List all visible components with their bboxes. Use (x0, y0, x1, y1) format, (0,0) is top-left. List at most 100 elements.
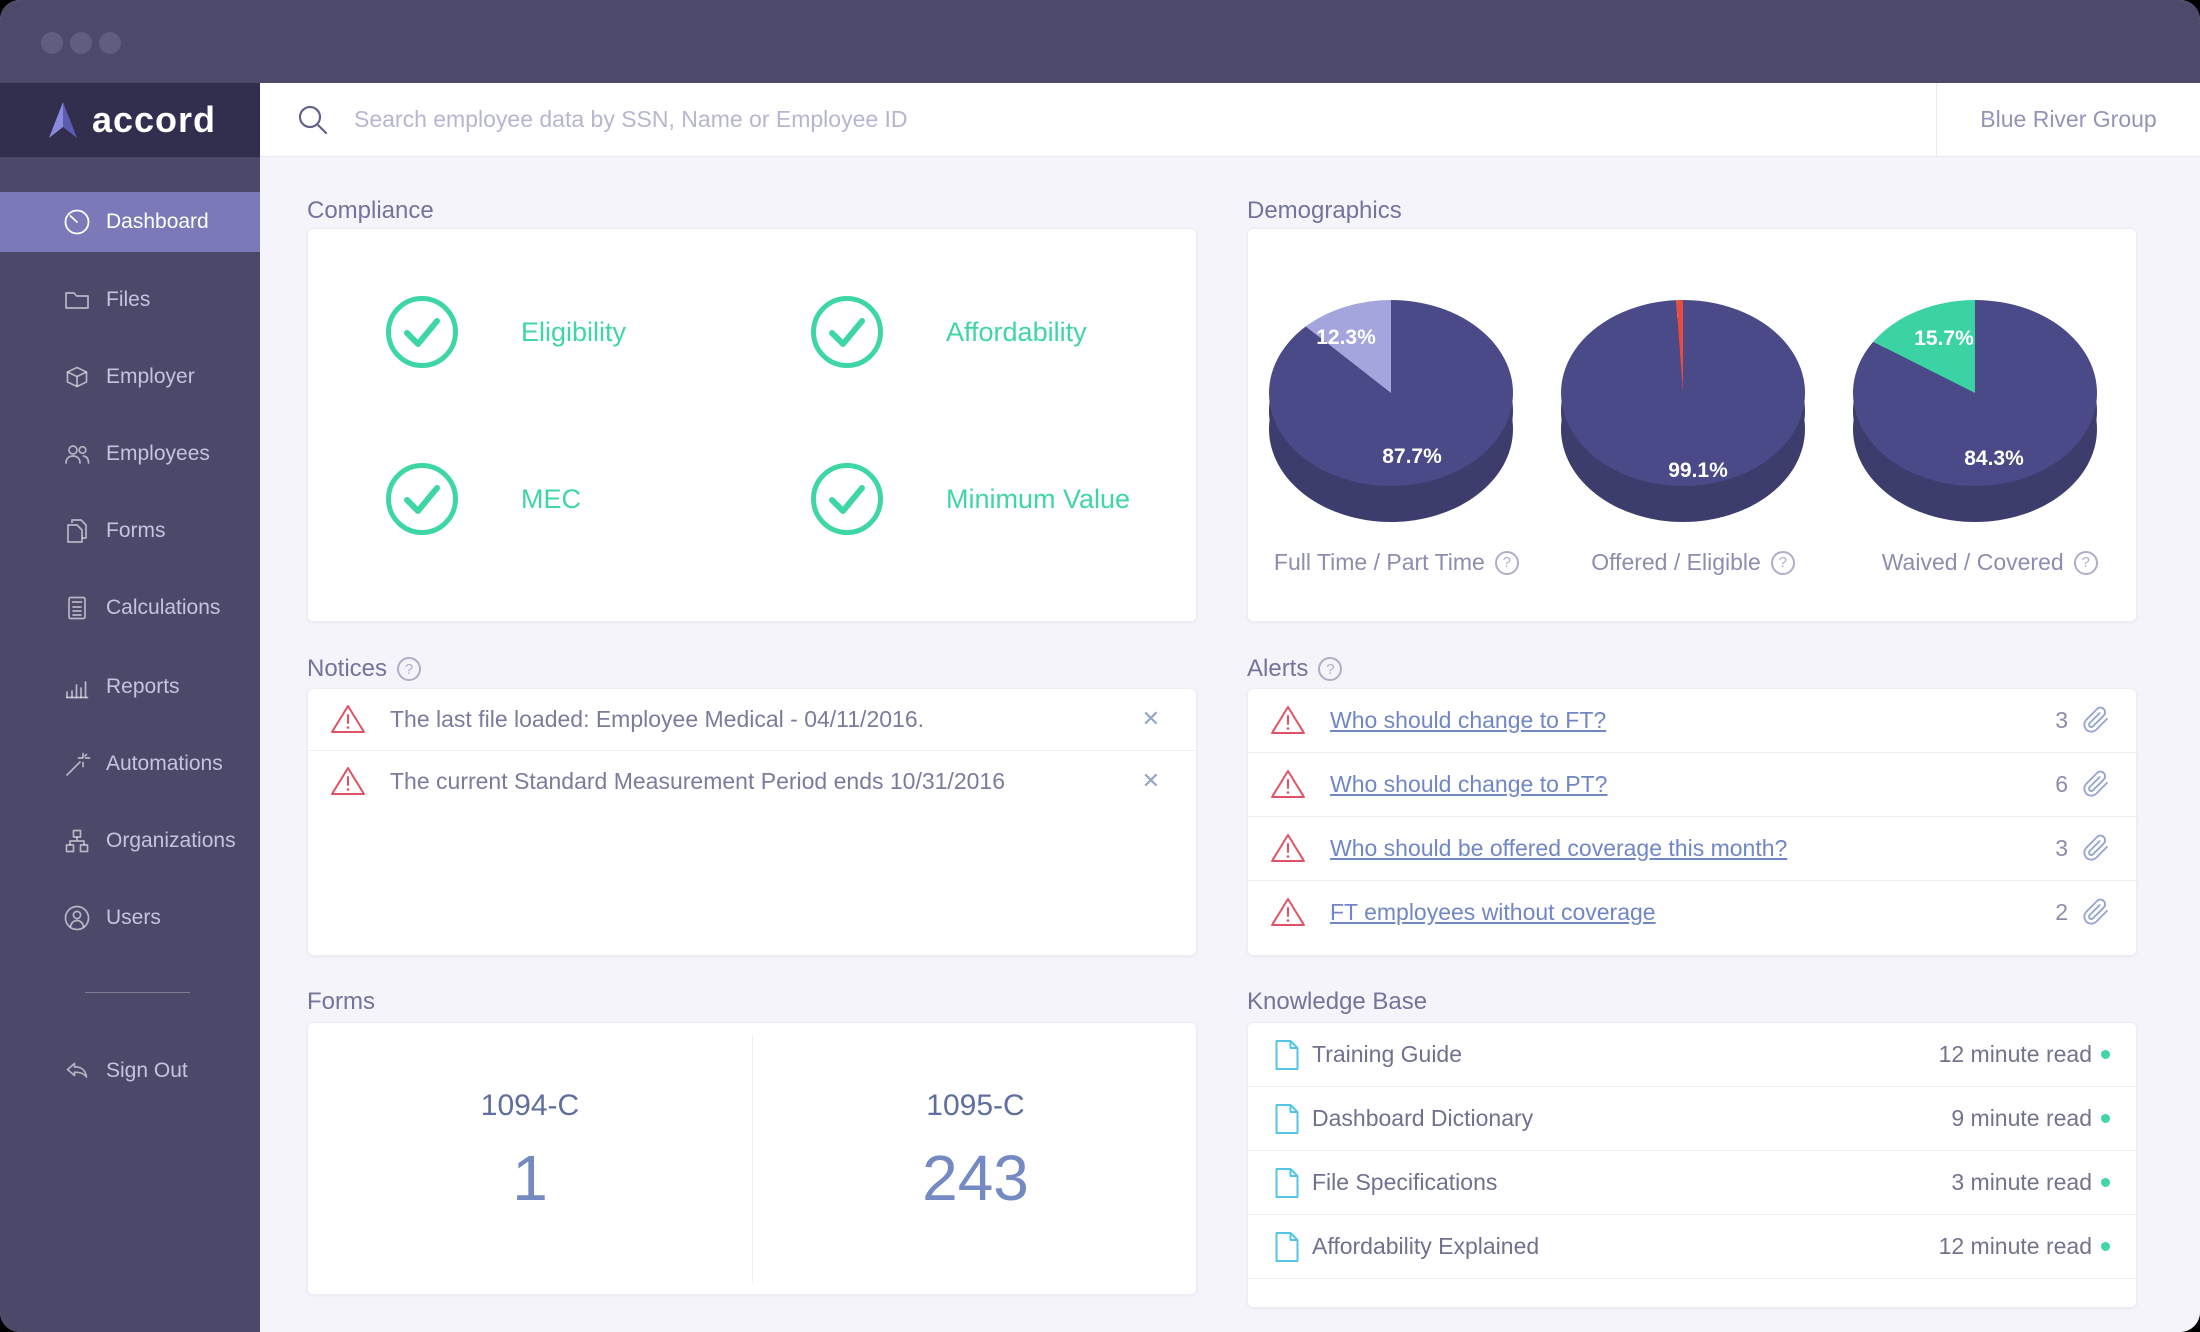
folder-icon (62, 285, 92, 315)
alert-count: 3 (2055, 835, 2068, 862)
kb-read-time: 12 minute read (1939, 1041, 2092, 1068)
pie-captions: Full Time / Part Time ? Offered / Eligib… (1248, 549, 2138, 576)
sidebar-divider (85, 992, 190, 993)
kb-card: Training Guide 12 minute read Dashboard … (1247, 1022, 2137, 1308)
help-icon[interactable]: ? (1771, 551, 1795, 575)
kb-section-title: Knowledge Base (1247, 988, 1427, 1016)
alerts-section-title: Alerts ? (1247, 655, 1342, 683)
compliance-item: Eligibility (385, 295, 626, 369)
demographics-section-title: Demographics (1247, 197, 1402, 225)
sidebar-item-files[interactable]: Files (0, 270, 260, 330)
sidebar-item-users[interactable]: Users (0, 888, 260, 948)
sign-out-arrow-icon (62, 1056, 92, 1086)
help-icon[interactable]: ? (397, 657, 421, 681)
alert-count: 2 (2055, 899, 2068, 926)
check-circle-icon (810, 462, 884, 536)
compliance-item-label: MEC (521, 484, 581, 515)
unread-dot (2101, 1242, 2110, 1251)
help-icon[interactable]: ? (1318, 657, 1342, 681)
window-titlebar (0, 0, 2200, 83)
alert-link[interactable]: Who should change to FT? (1330, 707, 1606, 734)
sidebar: Dashboard Files Employer (0, 157, 260, 1332)
alert-count: 6 (2055, 771, 2068, 798)
window-control-icon[interactable] (70, 32, 92, 54)
user-circle-icon (62, 903, 92, 933)
sidebar-item-automations[interactable]: Automations (0, 734, 260, 794)
sidebar-item-reports[interactable]: Reports (0, 657, 260, 717)
alert-row: Who should be offered coverage this mont… (1248, 817, 2138, 879)
compliance-item-label: Eligibility (521, 317, 626, 348)
window-control-icon[interactable] (99, 32, 121, 54)
check-circle-icon (385, 295, 459, 369)
magic-wand-icon (62, 749, 92, 779)
alert-row: Who should change to PT? 6 (1248, 753, 2138, 815)
notice-text: The current Standard Measurement Period … (390, 768, 1005, 795)
notice-text: The last file loaded: Employee Medical -… (390, 706, 924, 733)
search-bar (260, 83, 1936, 157)
notice-row: The current Standard Measurement Period … (308, 751, 1198, 811)
kb-row[interactable]: Dashboard Dictionary 9 minute read (1248, 1087, 2137, 1150)
document-icon (1274, 1103, 1300, 1135)
document-icon (1274, 1167, 1300, 1199)
form-count: 1 (512, 1141, 548, 1215)
alert-count: 3 (2055, 707, 2068, 734)
brand-name: accord (92, 99, 216, 141)
brand-logo: accord (0, 83, 260, 157)
search-input[interactable] (352, 105, 1936, 134)
kb-row[interactable]: Affordability Explained 12 minute read (1248, 1215, 2137, 1278)
form-summary[interactable]: 1094-C 1 (308, 1023, 752, 1296)
svg-text:87.7%: 87.7% (1382, 445, 1442, 468)
paperclip-icon[interactable] (2082, 898, 2110, 926)
paperclip-icon[interactable] (2082, 834, 2110, 862)
check-circle-icon (810, 295, 884, 369)
sidebar-item-employer[interactable]: Employer (0, 347, 260, 407)
client-name[interactable]: Blue River Group (1936, 83, 2200, 157)
clock-icon (62, 207, 92, 237)
svg-text:99.1%: 99.1% (1668, 459, 1728, 482)
kb-row[interactable]: Training Guide 12 minute read (1248, 1023, 2137, 1086)
sidebar-item-sign-out[interactable]: Sign Out (0, 1041, 260, 1101)
compliance-item: Affordability (810, 295, 1087, 369)
compliance-item: MEC (385, 462, 581, 536)
app-window: accord Blue River Group Dashboard Fi (0, 0, 2200, 1332)
help-icon[interactable]: ? (1495, 551, 1519, 575)
help-icon[interactable]: ? (2074, 551, 2098, 575)
close-icon[interactable]: ✕ (1142, 706, 1160, 732)
paperclip-icon[interactable] (2082, 706, 2110, 734)
sidebar-item-organizations[interactable]: Organizations (0, 811, 260, 871)
employer-box-icon (62, 362, 92, 392)
notice-row: The last file loaded: Employee Medical -… (308, 689, 1198, 749)
compliance-section-title: Compliance (307, 197, 434, 225)
org-chart-icon (62, 826, 92, 856)
alert-link[interactable]: Who should change to PT? (1330, 771, 1607, 798)
sidebar-item-forms[interactable]: Forms (0, 501, 260, 561)
warning-triangle-icon (330, 703, 366, 735)
svg-text:12.3%: 12.3% (1316, 326, 1376, 349)
warning-triangle-icon (1270, 832, 1306, 864)
accord-logo-icon (44, 100, 82, 140)
alert-row: Who should change to FT? 3 (1248, 689, 2138, 751)
sidebar-item-employees[interactable]: Employees (0, 424, 260, 484)
forms-card: 1094-C 1 1095-C 243 (307, 1022, 1197, 1295)
svg-text:84.3%: 84.3% (1964, 447, 2024, 470)
search-icon (296, 103, 330, 137)
sidebar-item-calculations[interactable]: Calculations (0, 578, 260, 638)
form-name: 1095-C (926, 1089, 1024, 1123)
form-summary[interactable]: 1095-C 243 (753, 1023, 1198, 1296)
bar-chart-icon (62, 672, 92, 702)
alert-link[interactable]: FT employees without coverage (1330, 899, 1656, 926)
form-name: 1094-C (481, 1089, 579, 1123)
kb-row[interactable]: File Specifications 3 minute read (1248, 1151, 2137, 1214)
alert-link[interactable]: Who should be offered coverage this mont… (1330, 835, 1787, 862)
paperclip-icon[interactable] (2082, 770, 2110, 798)
document-icon (1274, 1039, 1300, 1071)
window-control-icon[interactable] (41, 32, 63, 54)
check-circle-icon (385, 462, 459, 536)
warning-triangle-icon (1270, 768, 1306, 800)
sidebar-item-dashboard[interactable]: Dashboard (0, 192, 260, 252)
close-icon[interactable]: ✕ (1142, 768, 1160, 794)
warning-triangle-icon (1270, 896, 1306, 928)
compliance-item: Minimum Value (810, 462, 1130, 536)
kb-title: Dashboard Dictionary (1312, 1105, 1533, 1132)
kb-row-partial[interactable] (1248, 1279, 2137, 1308)
